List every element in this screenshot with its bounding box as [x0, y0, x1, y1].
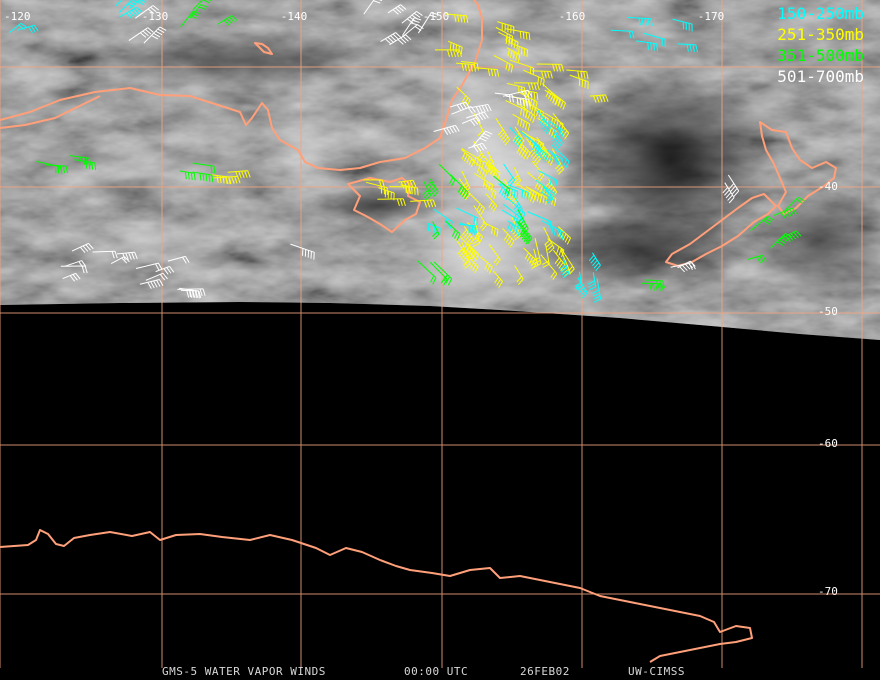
- lon-label: -130: [142, 10, 169, 23]
- image-caption: GMS-5 WATER VAPOR WINDS 00:00 UTC 26FEB0…: [0, 665, 880, 680]
- legend-item-150-250: 150-250mb: [777, 4, 864, 23]
- lon-label: -150: [423, 10, 450, 23]
- lon-label: -120: [4, 10, 31, 23]
- lat-label: -40: [818, 180, 838, 193]
- caption-date: 26FEB02: [520, 665, 570, 678]
- antarctica-coastline: [0, 529, 753, 663]
- caption-product: GMS-5 WATER VAPOR WINDS: [162, 665, 326, 678]
- lon-label: -140: [281, 10, 308, 23]
- legend-item-351-500: 351-500mb: [777, 46, 864, 65]
- lon-label: -170: [698, 10, 725, 23]
- pressure-legend: 150-250mb 251-350mb 351-500mb 501-700mb: [777, 3, 864, 87]
- caption-time: 00:00 UTC: [404, 665, 469, 678]
- lat-label: -70: [818, 585, 838, 598]
- lat-label: -50: [818, 305, 838, 318]
- legend-item-501-700: 501-700mb: [777, 67, 864, 86]
- water-vapor-imagery: [0, 0, 880, 340]
- lon-label: -160: [559, 10, 586, 23]
- satellite-map: -120 -130 -140 -150 -160 -170 -40 -50 -6…: [0, 0, 880, 680]
- caption-source: UW-CIMSS: [628, 665, 685, 678]
- legend-item-251-350: 251-350mb: [777, 25, 864, 44]
- lat-label: -60: [818, 437, 838, 450]
- map-canvas: -120 -130 -140 -150 -160 -170 -40 -50 -6…: [0, 0, 880, 668]
